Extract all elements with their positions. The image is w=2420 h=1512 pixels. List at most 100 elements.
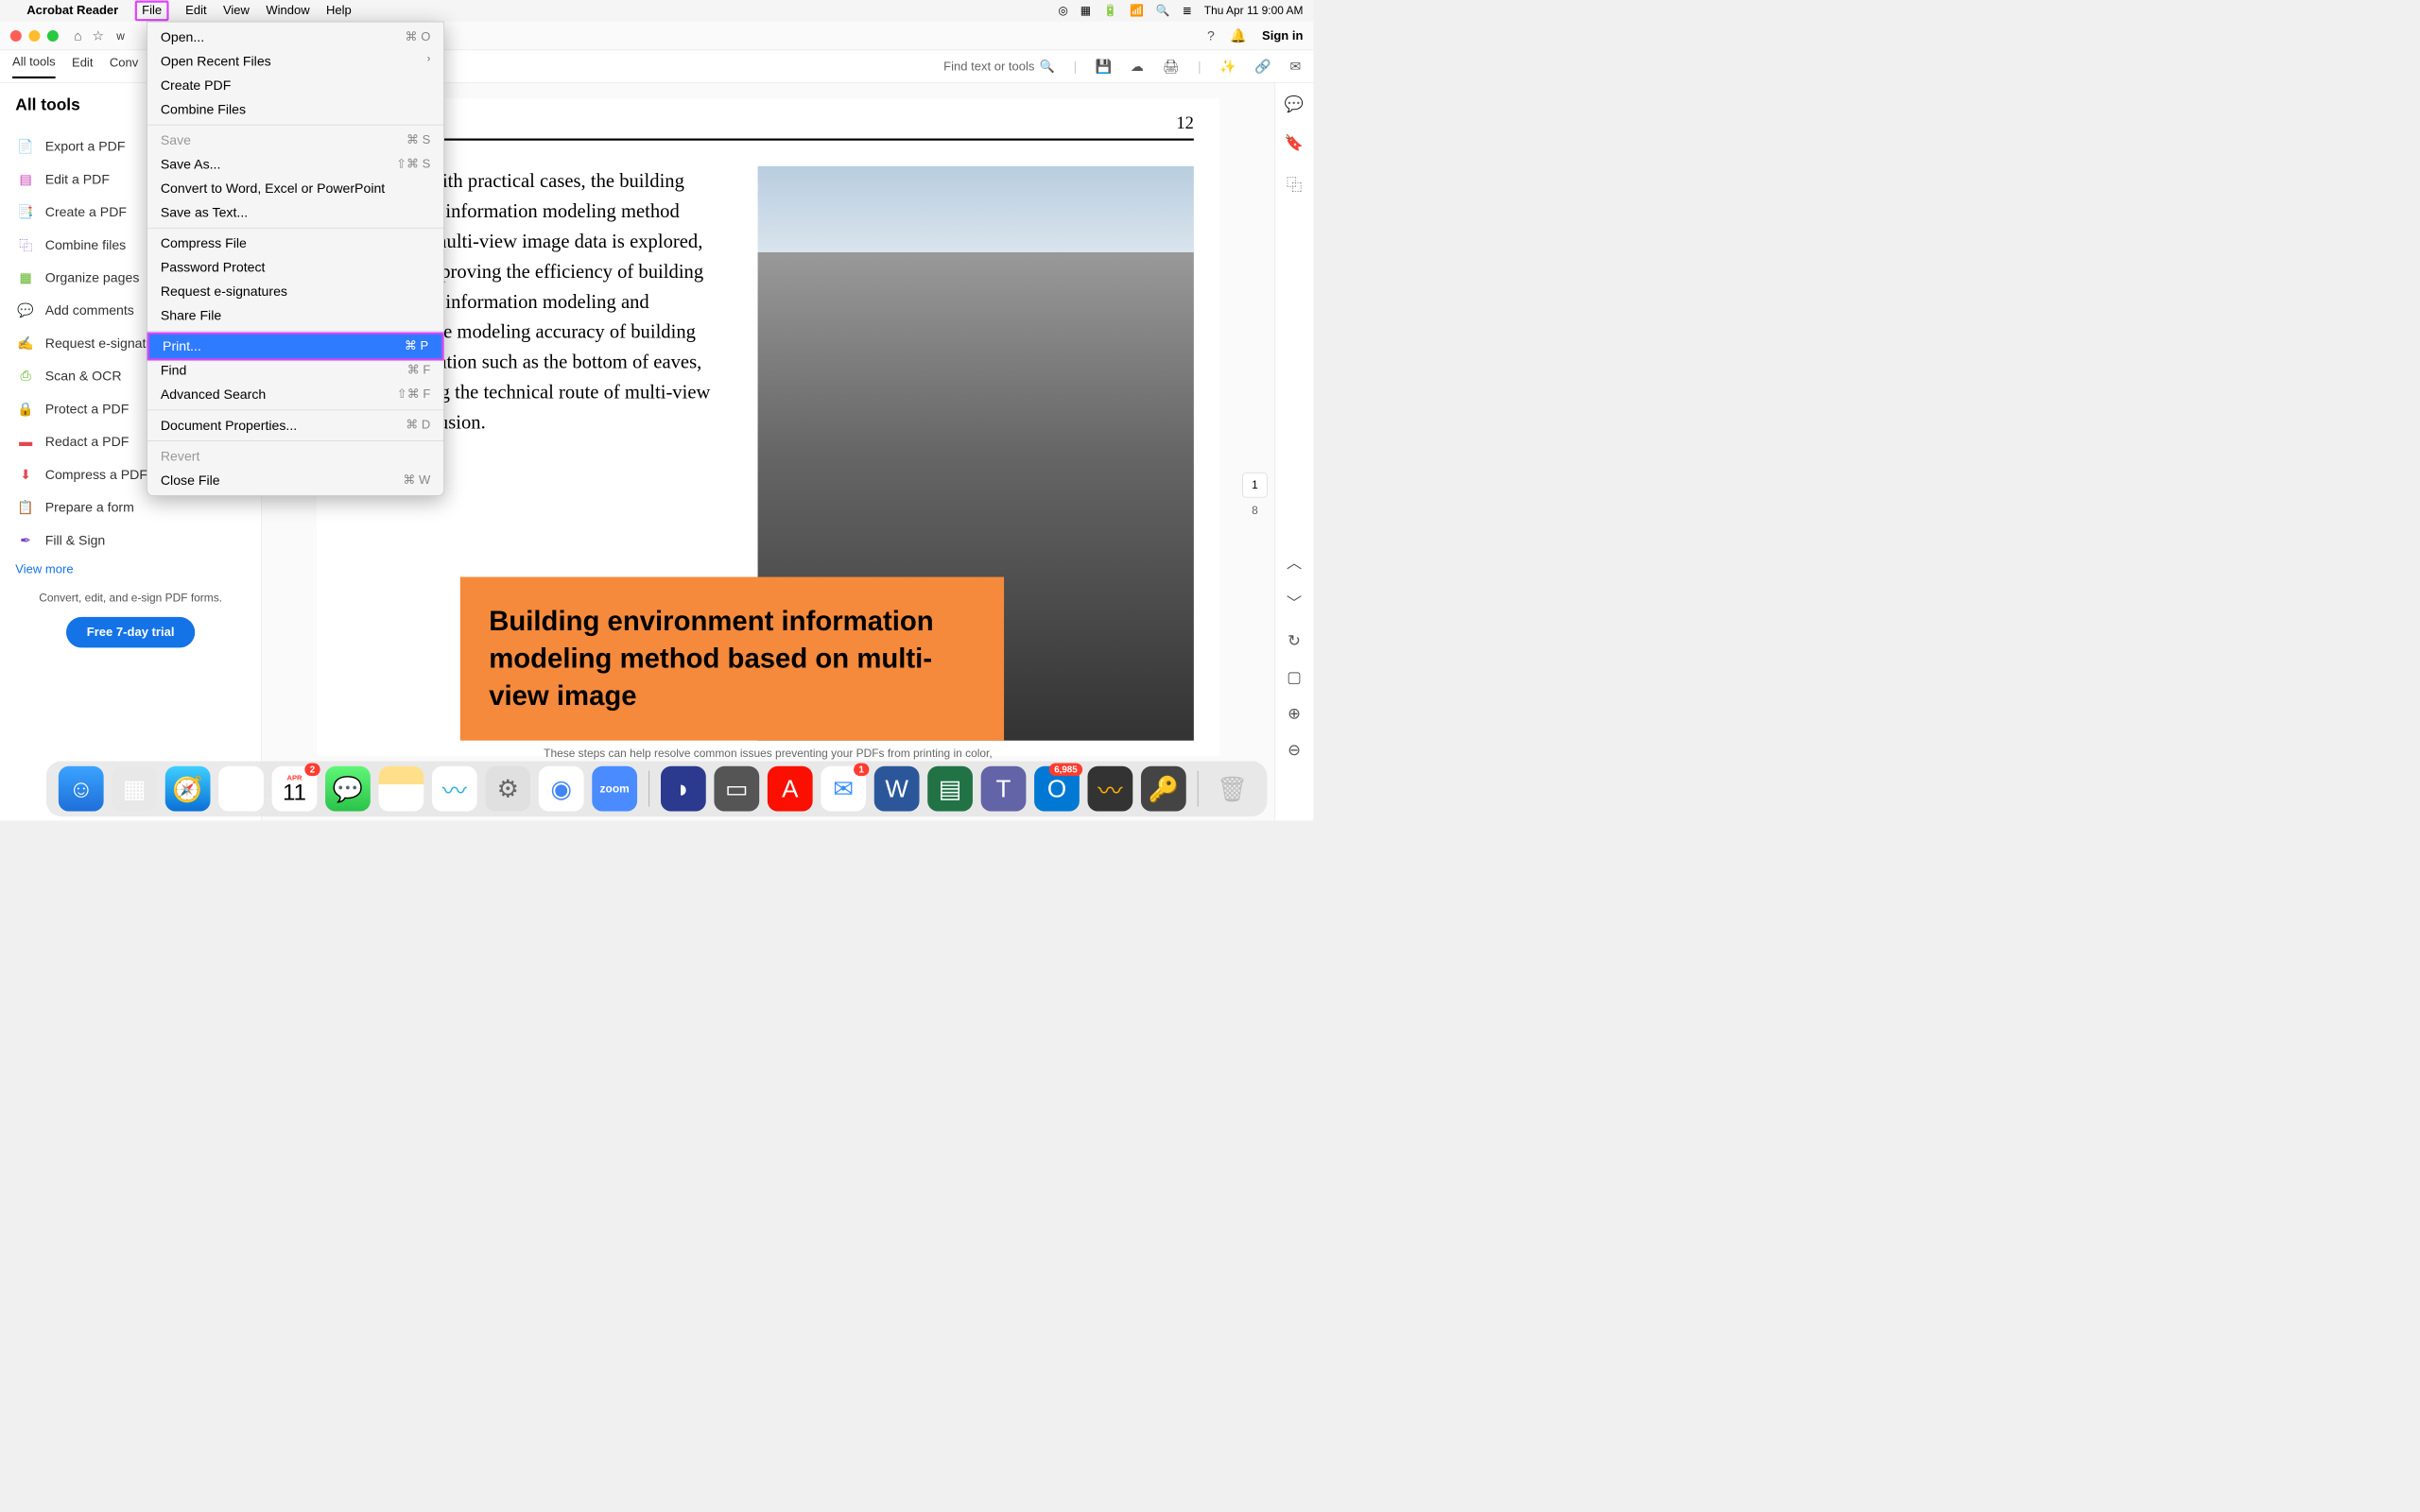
menu-item-document-properties-[interactable]: Document Properties...⌘ D <box>147 413 444 438</box>
dock-settings-icon[interactable]: ⚙ <box>485 766 530 812</box>
menu-item-save: Save⌘ S <box>147 129 444 153</box>
zoom-in-icon[interactable]: ⊕ <box>1288 705 1301 723</box>
zoom-out-icon[interactable]: ⊖ <box>1288 741 1301 759</box>
app-name[interactable]: Acrobat Reader <box>26 4 118 18</box>
menu-item-share-file[interactable]: Share File <box>147 303 444 328</box>
trial-button[interactable]: Free 7-day trial <box>66 617 195 648</box>
menu-item-convert-to-word-excel-or-powerpoint[interactable]: Convert to Word, Excel or PowerPoint <box>147 177 444 201</box>
star-icon[interactable]: ☆ <box>93 27 105 43</box>
menu-item-label: Open... <box>161 29 204 45</box>
menu-window[interactable]: Window <box>266 4 309 18</box>
cloud-icon[interactable]: ☁ <box>1131 59 1144 75</box>
menu-item-label: Close File <box>161 472 220 489</box>
mail-icon[interactable]: ✉ <box>1289 59 1301 75</box>
sidebar-item-label: Export a PDF <box>45 138 126 154</box>
fit-icon[interactable]: ▢ <box>1287 668 1301 686</box>
menu-item-label: Request e-signatures <box>161 284 287 300</box>
menu-item-open-recent-files[interactable]: Open Recent Files› <box>147 49 444 74</box>
menu-edit[interactable]: Edit <box>185 4 206 18</box>
sidebar-item-icon: 📑 <box>17 203 33 219</box>
dock-zoom-icon[interactable]: zoom <box>592 766 637 812</box>
dock-safari-icon[interactable]: 🧭 <box>165 766 211 812</box>
grammarly-icon[interactable]: ◎ <box>1058 4 1067 17</box>
save-icon[interactable]: 💾 <box>1096 59 1113 75</box>
dock-app1-icon[interactable]: ◗ <box>661 766 706 812</box>
maximize-window-button[interactable] <box>47 30 59 42</box>
minimize-window-button[interactable] <box>28 30 40 42</box>
dock-notes-icon[interactable] <box>379 766 424 812</box>
dock-keychain-icon[interactable]: 🔑 <box>1141 766 1186 812</box>
dock-excel-icon[interactable]: ▤ <box>927 766 973 812</box>
shortcut-label: ⌘ S <box>406 132 430 148</box>
close-window-button[interactable] <box>10 30 22 42</box>
menu-item-request-e-signatures[interactable]: Request e-signatures <box>147 280 444 304</box>
clock[interactable]: Thu Apr 11 9:00 AM <box>1204 4 1304 17</box>
dock-calendar-icon[interactable]: APR112 <box>272 766 318 812</box>
dock-trash-icon[interactable]: 🗑 <box>1210 766 1255 812</box>
tab-edit[interactable]: Edit <box>72 56 93 77</box>
menu-file[interactable]: File <box>135 1 169 22</box>
tab-convert[interactable]: Conv <box>110 56 138 77</box>
menu-item-create-pdf[interactable]: Create PDF <box>147 74 444 98</box>
bell-icon[interactable]: 🔔 <box>1230 27 1247 43</box>
dock-outlook-icon[interactable]: O6,985 <box>1034 766 1080 812</box>
dock-mail-icon[interactable]: ✉1 <box>821 766 866 812</box>
dock-wave-icon[interactable]: 〰 <box>1088 766 1133 812</box>
menu-item-save-as-[interactable]: Save As...⇧⌘ S <box>147 152 444 177</box>
wifi-icon[interactable]: 📶 <box>1130 4 1144 17</box>
menu-item-password-protect[interactable]: Password Protect <box>147 255 444 280</box>
view-more-link[interactable]: View more <box>15 562 246 576</box>
page-number: 12 <box>1176 113 1193 133</box>
badge: 2 <box>304 764 320 777</box>
menu-item-advanced-search[interactable]: Advanced Search⇧⌘ F <box>147 383 444 407</box>
print-icon[interactable]: 🖨 <box>1163 59 1180 75</box>
menu-separator <box>147 410 444 411</box>
dock-teams-icon[interactable]: T <box>981 766 1027 812</box>
total-pages: 8 <box>1252 504 1258 517</box>
sidebar-item-12[interactable]: ✒Fill & Sign <box>15 524 246 557</box>
menu-view[interactable]: View <box>223 4 250 18</box>
tab-all-tools[interactable]: All tools <box>12 55 56 78</box>
ai-icon[interactable]: ✨ <box>1219 59 1236 75</box>
signin-button[interactable]: Sign in <box>1262 28 1303 43</box>
document-tab[interactable]: w <box>116 29 125 43</box>
control-center-icon[interactable]: ≣ <box>1183 4 1192 17</box>
dock-acrobat-icon[interactable]: A <box>768 766 813 812</box>
menu-item-open-[interactable]: Open...⌘ O <box>147 26 444 50</box>
menu-item-save-as-text-[interactable]: Save as Text... <box>147 200 444 225</box>
dock-launchpad-icon[interactable]: ▦ <box>112 766 157 812</box>
copy-icon[interactable]: ⿻ <box>1287 172 1302 195</box>
battery-icon[interactable]: 🔋 <box>1103 4 1117 17</box>
menu-item-combine-files[interactable]: Combine Files <box>147 97 444 122</box>
app-tray-icon[interactable]: ▦ <box>1080 4 1091 17</box>
body-image: Building environment information modelin… <box>758 166 1194 741</box>
dock-app2-icon[interactable]: ▭ <box>714 766 759 812</box>
comment-icon[interactable]: 💬 <box>1285 95 1304 113</box>
chevron-up-icon[interactable]: ︿ <box>1287 550 1302 573</box>
refresh-icon[interactable]: ↻ <box>1288 632 1301 650</box>
menu-item-compress-file[interactable]: Compress File <box>147 232 444 256</box>
dock-chrome-icon[interactable]: ◉ <box>539 766 584 812</box>
help-icon[interactable]: ? <box>1207 27 1215 43</box>
dock-word-icon[interactable]: W <box>874 766 920 812</box>
dock-finder-icon[interactable]: ☺ <box>59 766 104 812</box>
sidebar-item-label: Request e-signatu <box>45 335 154 352</box>
right-rail: 💬 🔖 ⿻ ︿ ﹀ ↻ ▢ ⊕ ⊖ <box>1274 83 1313 820</box>
home-icon[interactable]: ⌂ <box>74 27 82 43</box>
menu-help[interactable]: Help <box>326 4 352 18</box>
menu-item-print-[interactable]: Print...⌘ P <box>147 333 444 361</box>
menu-item-close-file[interactable]: Close File ⌘ W <box>147 468 444 492</box>
bookmark-icon[interactable]: 🔖 <box>1285 134 1304 152</box>
page-indicator: 1 8 <box>1242 472 1267 517</box>
chevron-down-icon[interactable]: ﹀ <box>1287 591 1302 613</box>
sidebar-item-label: Compress a PDF <box>45 467 147 483</box>
shortcut-label: ⌘ W <box>403 472 430 489</box>
dock-photos-icon[interactable]: ✿ <box>218 766 264 812</box>
current-page-input[interactable]: 1 <box>1242 472 1267 497</box>
spotlight-icon[interactable]: 🔍 <box>1156 4 1170 17</box>
find-text-button[interactable]: Find text or tools 🔍 <box>943 59 1055 74</box>
dock-messages-icon[interactable]: 💬 <box>325 766 371 812</box>
menu-item-find[interactable]: Find⌘ F <box>147 358 444 383</box>
dock-freeform-icon[interactable]: 〰 <box>432 766 477 812</box>
link-icon[interactable]: 🔗 <box>1254 59 1271 75</box>
